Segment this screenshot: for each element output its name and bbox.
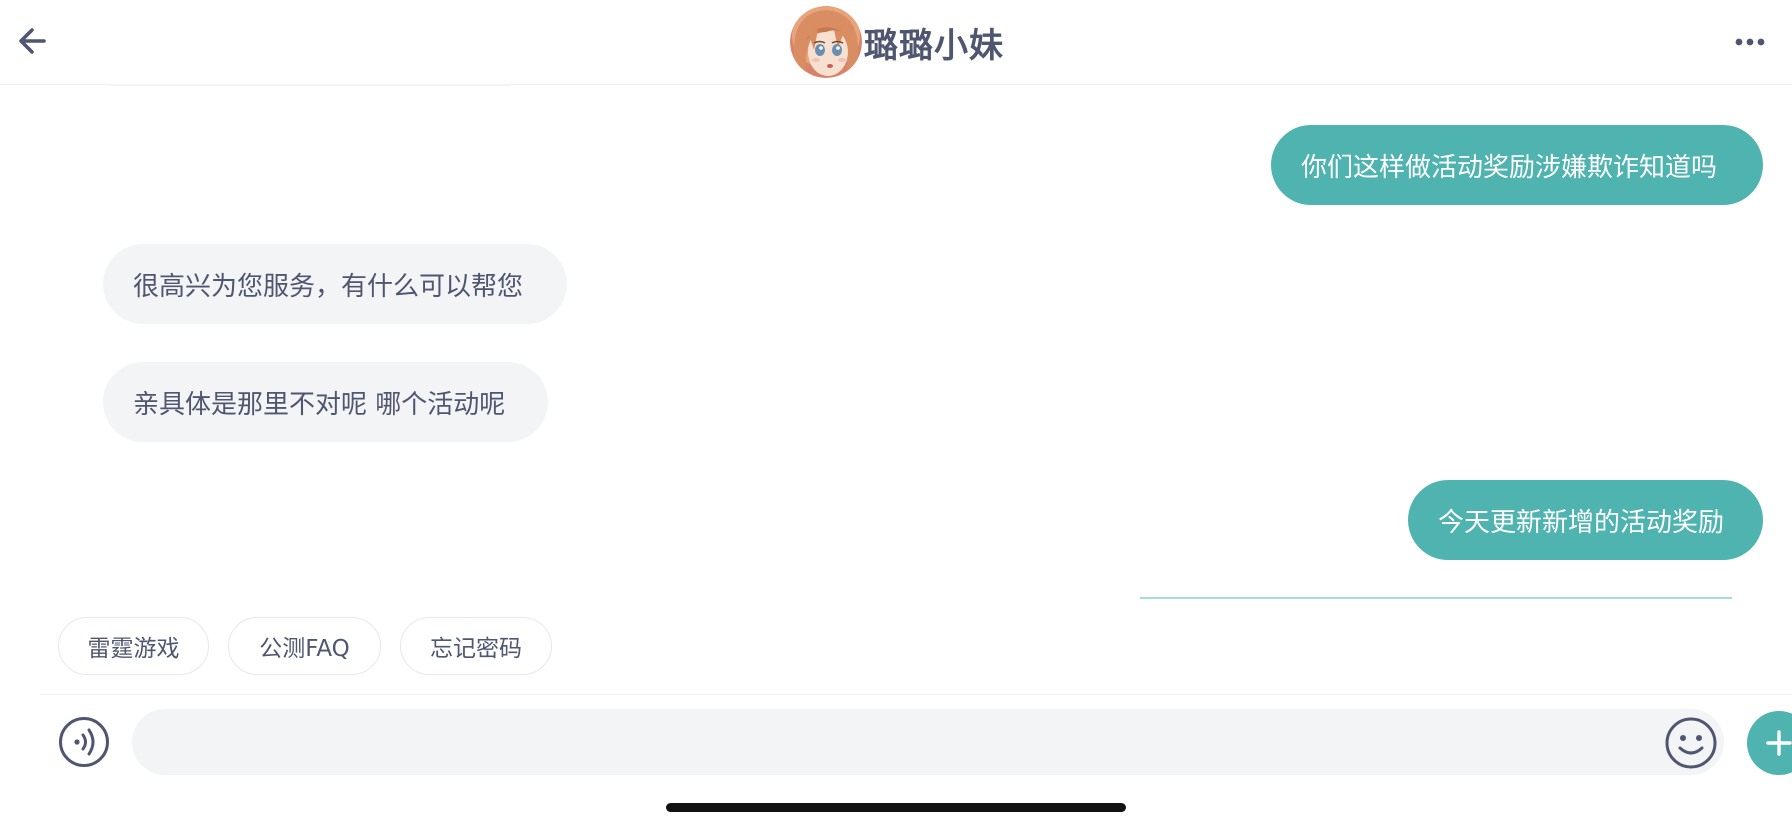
message-text: 你们这样做活动奖励涉嫌欺诈知道吗 [1301,152,1718,183]
message-text: 很高兴为您服务，有什么可以帮您 [133,271,524,302]
chat-header: 璐璐小妹 [0,0,1792,85]
quick-reply-chip[interactable]: 忘记密码 [400,617,552,675]
quick-reply-chip[interactable]: 雷霆游戏 [58,617,209,675]
scrolled-bubble-edge [110,84,510,86]
smiley-icon [1665,717,1717,769]
plus-icon [1766,730,1792,756]
more-horizontal-icon [1735,38,1765,46]
message-text: 亲具体是那里不对呢 哪个活动呢 [133,389,506,420]
message-input[interactable] [132,709,1724,775]
quick-reply-chip[interactable]: 公测FAQ [228,617,381,675]
more-button[interactable] [1730,24,1770,60]
chat-title-group: 璐璐小妹 [790,6,1004,78]
input-divider [40,694,1792,695]
arrow-left-icon [19,28,46,54]
voice-icon [59,717,109,767]
chat-title: 璐璐小妹 [864,25,1004,66]
outgoing-message[interactable]: 今天更新新增的活动奖励 [1408,480,1763,560]
message-text: 今天更新新增的活动奖励 [1438,507,1725,538]
avatar[interactable] [790,6,862,78]
emoji-button[interactable] [1664,716,1718,770]
voice-button[interactable] [58,716,110,768]
plus-button[interactable] [1747,711,1792,775]
home-indicator[interactable] [666,803,1126,812]
incoming-message[interactable]: 亲具体是那里不对呢 哪个活动呢 [103,362,548,442]
back-button[interactable] [12,20,54,62]
scroll-edge-line [1140,597,1732,599]
chat-screen: 璐璐小妹 你们这样做活动奖励涉嫌欺诈知道吗 很高兴为您服务，有什么可以帮您 亲具… [0,0,1792,828]
outgoing-message[interactable]: 你们这样做活动奖励涉嫌欺诈知道吗 [1271,125,1763,205]
incoming-message[interactable]: 很高兴为您服务，有什么可以帮您 [103,244,567,324]
